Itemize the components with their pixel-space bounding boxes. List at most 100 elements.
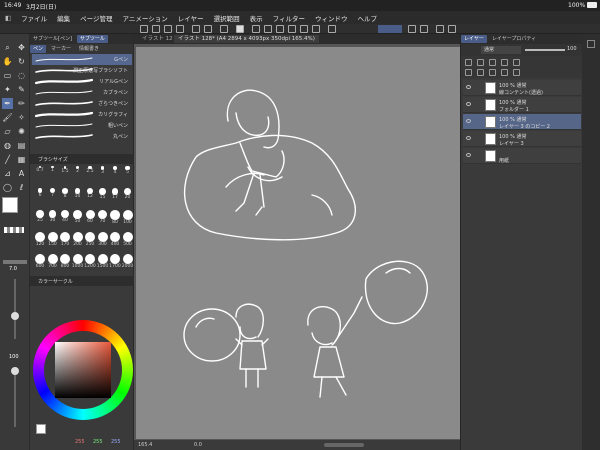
brush-item[interactable]: 粗いペン [32,120,132,131]
menu-window[interactable]: ウィンドウ [310,13,353,23]
brush-size-cell[interactable]: 2.5 [84,166,96,179]
fill-icon[interactable] [288,25,296,33]
open-icon[interactable] [164,25,172,33]
redo-icon[interactable] [204,25,212,33]
brush-size-cell[interactable]: 20 [122,188,134,201]
move-tool-icon[interactable]: ✥ [16,42,27,53]
brush-size-cell[interactable]: 15 [97,188,109,201]
app-logo-icon[interactable]: ◧ [0,14,16,22]
reference-icon[interactable] [477,59,484,66]
balloon-tool-icon[interactable]: ◯ [2,182,13,193]
airbrush-tool-icon[interactable]: ✧ [16,112,27,123]
grid-icon[interactable] [420,25,428,33]
menu-edit[interactable]: 編集 [52,13,75,23]
select-tool-icon[interactable]: ▭ [2,70,13,81]
figure-tool-icon[interactable]: ╱ [2,154,13,165]
new-raster-layer-icon[interactable] [465,69,472,76]
new-vector-layer-icon[interactable] [477,69,484,76]
save-icon[interactable] [176,25,184,33]
tab-subtool-pen[interactable]: サブツール[ペン] [30,35,75,43]
tab-layer[interactable]: レイヤー [461,35,487,43]
brush-size-cell[interactable]: 100 [122,210,134,225]
new-folder-icon[interactable] [489,69,496,76]
brush-size-cell[interactable]: 800 [59,254,71,269]
brush-size-cell[interactable]: 17 [109,188,121,201]
ruler-tool-icon[interactable]: ⊿ [2,168,13,179]
auto-select-icon[interactable]: ✦ [2,84,13,95]
brush-item[interactable]: ざらつきペン [32,98,132,109]
menu-help[interactable]: ヘルプ [352,13,382,23]
tab-layer-property[interactable]: レイヤープロパティ [489,35,539,43]
new-icon[interactable] [152,25,160,33]
brush-size-cell[interactable]: 200 [72,232,84,247]
brush-item[interactable]: 丸ペン [32,131,132,142]
menu-layer[interactable]: レイヤー [173,13,209,23]
crop-icon[interactable] [276,25,284,33]
color-wheel[interactable] [33,320,133,420]
brush-size-cell[interactable]: 0.7 [34,166,46,179]
size-slider-knob[interactable] [11,312,19,320]
brush-size-cell[interactable]: 1700 [109,254,121,269]
pen-tool-icon[interactable]: ✒ [2,98,13,109]
brush-size-cell[interactable]: 400 [109,232,121,247]
tab-marker[interactable]: マーカー [48,45,74,53]
brush-size-cell[interactable]: 6 [34,188,46,201]
ruler-icon[interactable] [328,25,336,33]
size-slider-track[interactable] [14,279,16,339]
clipping-icon[interactable] [465,59,472,66]
eye-icon[interactable] [466,136,471,140]
brush-size-cell[interactable]: 170 [59,232,71,247]
brush-size-cell[interactable]: 300 [97,232,109,247]
horizontal-scrollbar[interactable] [324,443,364,447]
eye-icon[interactable] [466,102,471,106]
brush-size-cell[interactable]: 12 [84,188,96,201]
doc-tab-previous[interactable]: イラスト 12 [138,35,177,43]
layer-opacity-slider[interactable] [525,49,565,51]
brush-size-cell[interactable]: 50 [72,210,84,224]
opacity-slider-knob[interactable] [11,367,19,375]
expand-icon[interactable] [300,25,308,33]
brush-size-cell[interactable]: 8 [59,188,71,201]
eye-icon[interactable] [466,119,471,123]
brush-item[interactable]: カブラペン [32,87,132,98]
merge-icon[interactable] [501,69,508,76]
menu-animation[interactable]: アニメーション [118,13,173,23]
rotate-tool-icon[interactable]: ↻ [16,56,27,67]
menu-view[interactable]: 表示 [245,13,268,23]
color-layer-icon[interactable] [513,59,520,66]
brush-size-cell[interactable]: 120 [34,232,46,247]
drawing-canvas[interactable] [136,47,460,439]
brush-size-cell[interactable]: 150 [47,232,59,247]
brush-size-cell[interactable]: 500 [122,232,134,247]
rotate-icon[interactable] [436,25,444,33]
menu-filter[interactable]: フィルター [268,13,310,23]
layer-row[interactable]: 用紙 [463,148,581,164]
brush-size-cell[interactable]: 1 [47,166,59,179]
brush-tool-icon[interactable]: 🖌 [2,112,13,123]
doc-tab-active[interactable]: イラスト 128* (A4 2894 x 4093px 350dpi 165.4… [174,35,319,43]
pencil-tool-icon[interactable]: ✏ [16,98,27,109]
menu-file[interactable]: ファイル [16,13,52,23]
current-color-swatch[interactable] [36,424,46,434]
eye-icon[interactable] [466,85,471,89]
invert-selection-icon[interactable] [264,25,272,33]
tab-subtool[interactable]: サブツール [76,35,108,43]
transform-icon[interactable] [236,25,244,33]
brush-size-cell[interactable]: 2000 [122,254,134,269]
layer-row[interactable]: 100 % 通常 フォルダー 1 [463,97,581,113]
brush-item[interactable]: リアルGペン [32,76,132,87]
brush-size-cell[interactable]: 70 [97,210,109,224]
brush-size-cell[interactable]: 5 [122,166,134,179]
main-color-swatch[interactable] [2,197,18,213]
brush-size-cell[interactable]: 700 [47,254,59,269]
eraser-tool-icon[interactable]: ▱ [2,126,13,137]
brush-size-cell[interactable]: 30 [47,210,59,223]
layer-row[interactable]: 100 % 通常 線コンテント(透過) [463,80,581,96]
frame-tool-icon[interactable]: ▦ [16,154,27,165]
hand-tool-icon[interactable]: ✋ [2,56,13,67]
brush-size-cell[interactable]: 2 [72,166,84,179]
mask-icon[interactable] [501,59,508,66]
tab-info-writing[interactable]: 情報書き [76,45,102,53]
tab-pen[interactable]: ペン [30,45,47,53]
brush-item[interactable]: Gペン [32,54,132,65]
